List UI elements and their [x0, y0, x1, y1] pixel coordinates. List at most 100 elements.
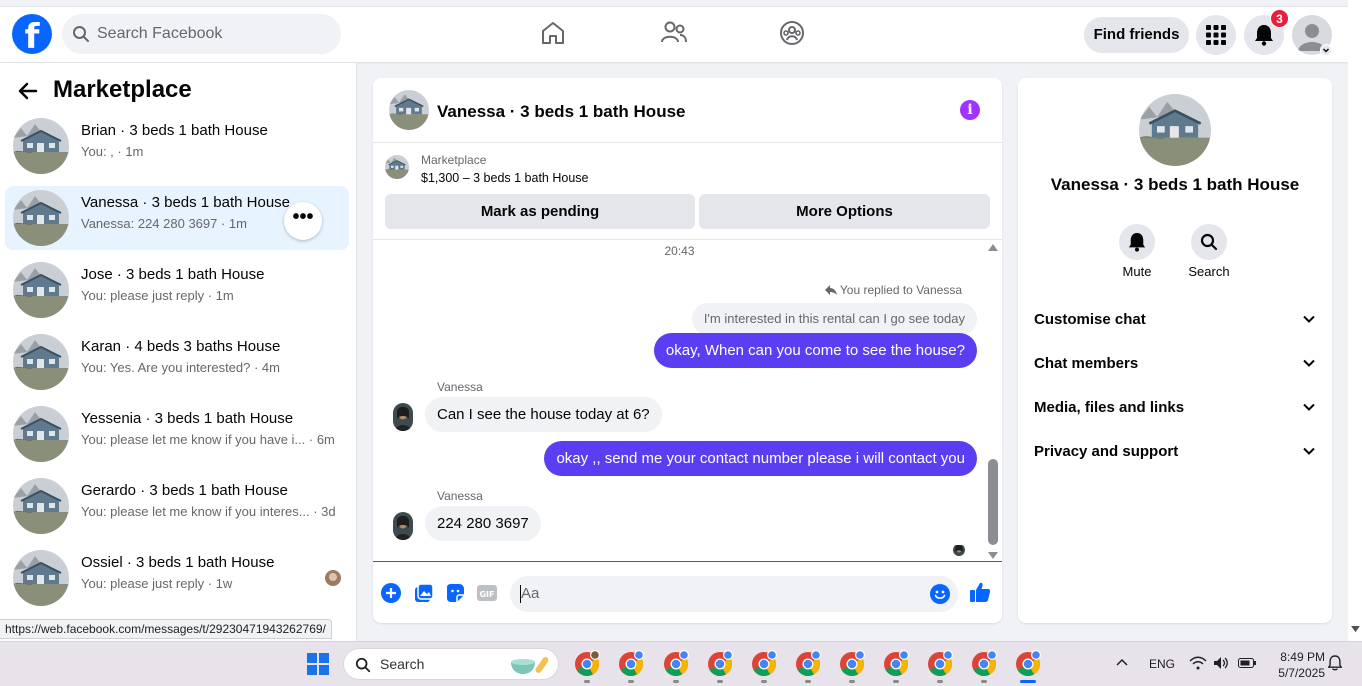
chrome-app-icon[interactable] [662, 650, 690, 678]
incoming-message-bubble[interactable]: Can I see the house today at 6? [425, 397, 662, 432]
plus-circle-icon[interactable] [381, 583, 401, 603]
conversation-title: Ossiel · 3 beds 1 bath House [81, 554, 275, 571]
section-label: Customise chat [1034, 311, 1146, 328]
taskbar-search-box[interactable]: Search [343, 648, 559, 680]
taskbar-clock[interactable]: 8:49 PM 5/7/2025 [1265, 649, 1325, 681]
running-app-indicator [893, 680, 899, 683]
sender-avatar[interactable] [393, 512, 413, 540]
info-icon[interactable]: i [960, 100, 980, 120]
incoming-message-bubble[interactable]: 224 280 3697 [425, 506, 541, 541]
chrome-app-icon[interactable] [926, 650, 954, 678]
reply-arrow-icon [824, 285, 837, 295]
message-input-placeholder: Aa [521, 585, 540, 602]
media-files-links-section[interactable]: Media, files and links [1034, 386, 1316, 430]
listing-title[interactable]: $1,300 – 3 beds 1 bath House [421, 171, 589, 185]
conversation-item[interactable]: Vanessa · 3 beds 1 bath House Vanessa: 22… [5, 186, 349, 250]
clock-time: 8:49 PM [1280, 650, 1325, 664]
search-conversation-button[interactable] [1191, 224, 1227, 260]
thumbs-up-icon[interactable] [969, 581, 991, 603]
quoted-message[interactable]: I'm interested in this rental can I go s… [691, 303, 977, 335]
facebook-logo-icon[interactable]: f [12, 14, 52, 54]
menu-button[interactable] [1196, 15, 1236, 55]
page-scrollbar[interactable] [1348, 0, 1362, 641]
facebook-search-input[interactable]: Search Facebook [62, 14, 341, 54]
sender-avatar[interactable] [393, 403, 413, 431]
page-scroll-down-arrow-icon[interactable] [1351, 626, 1360, 633]
conversation-item[interactable]: Karan · 4 beds 3 baths House You: Yes. Ar… [5, 330, 349, 394]
friends-icon[interactable] [660, 20, 688, 46]
conversation-item[interactable]: Jose · 3 beds 1 bath House You: please ju… [5, 258, 349, 322]
thread-scrollbar-thumb[interactable] [988, 459, 998, 545]
chrome-app-icon[interactable] [706, 650, 734, 678]
conversation-details-panel: Vanessa · 3 beds 1 bath House Mute Searc… [1018, 78, 1332, 623]
conversation-item[interactable]: Yessenia · 3 beds 1 bath House You: pleas… [5, 402, 349, 466]
chrome-app-icon[interactable] [794, 650, 822, 678]
section-label: Chat members [1034, 355, 1139, 372]
section-label: Media, files and links [1034, 399, 1185, 416]
mute-label: Mute [1122, 264, 1152, 279]
mute-button[interactable] [1119, 224, 1155, 260]
chrome-app-icon[interactable] [970, 650, 998, 678]
chevron-down-icon [1303, 315, 1315, 323]
more-actions-icon[interactable]: ••• [284, 202, 322, 240]
mark-as-pending-button[interactable]: Mark as pending [385, 194, 695, 229]
home-icon[interactable] [540, 20, 566, 46]
chrome-app-icon[interactable] [617, 650, 645, 678]
sticker-icon[interactable] [445, 583, 465, 603]
listing-thumbnail[interactable] [385, 155, 409, 179]
notification-bell-icon[interactable] [1328, 655, 1342, 671]
search-icon [355, 657, 371, 673]
search-icon [73, 26, 89, 42]
chrome-app-icon[interactable] [573, 650, 601, 678]
find-friends-button[interactable]: Find friends [1084, 17, 1189, 53]
scroll-up-arrow-icon[interactable] [988, 243, 998, 251]
status-bar-url: https://web.facebook.com/messages/t/2923… [0, 619, 332, 639]
outgoing-message-bubble[interactable]: okay, When can you come to see the house… [653, 333, 977, 368]
chevron-up-icon[interactable] [1116, 657, 1128, 667]
volume-icon[interactable] [1213, 656, 1229, 670]
bell-icon [1255, 25, 1273, 46]
gif-icon[interactable]: GIF [477, 583, 497, 603]
chat-title[interactable]: Vanessa · 3 beds 1 bath House [437, 102, 685, 122]
details-thumbnail[interactable] [1139, 94, 1211, 166]
search-placeholder: Search Facebook [97, 25, 223, 42]
conversation-item[interactable]: Brian · 3 beds 1 bath House You: , · 1m [5, 114, 349, 178]
message-input[interactable]: Aa [510, 576, 958, 612]
chrome-app-icon[interactable] [838, 650, 866, 678]
notification-count-badge: 3 [1270, 9, 1289, 28]
chrome-app-icon[interactable] [750, 650, 778, 678]
conversation-title: Jose · 3 beds 1 bath House [81, 266, 265, 283]
chat-header-thumbnail[interactable] [389, 90, 429, 130]
privacy-support-section[interactable]: Privacy and support [1034, 430, 1316, 474]
wifi-icon[interactable] [1189, 656, 1207, 670]
more-options-button[interactable]: More Options [699, 194, 990, 229]
chrome-app-icon[interactable] [882, 650, 910, 678]
battery-icon[interactable] [1238, 658, 1256, 668]
chrome-app-icon[interactable] [1014, 650, 1042, 678]
windows-start-icon[interactable] [307, 653, 329, 675]
emoji-icon[interactable] [930, 584, 950, 604]
scroll-down-arrow-icon[interactable] [988, 552, 998, 560]
conversation-preview: You: , · 1m [81, 144, 144, 159]
conversation-thumbnail [13, 550, 69, 606]
message-thread: 20:43 You replied to Vanessa I'm interes… [373, 241, 1002, 562]
back-arrow-icon[interactable] [16, 79, 40, 103]
clock-date: 5/7/2025 [1278, 666, 1325, 680]
input-language[interactable]: ENG [1149, 657, 1175, 671]
search-label: Search [1188, 264, 1230, 279]
account-chevron-down-icon[interactable] [1320, 44, 1332, 56]
photo-icon[interactable] [414, 583, 434, 603]
conversation-preview: You: Yes. Are you interested? · 4m [81, 360, 280, 375]
chevron-down-icon [1303, 447, 1315, 455]
conversation-item[interactable]: Ossiel · 3 beds 1 bath House You: please … [5, 546, 349, 610]
outgoing-message-bubble[interactable]: okay ,, send me your contact number plea… [544, 441, 977, 476]
conversation-title: Karan · 4 beds 3 baths House [81, 338, 281, 355]
customise-chat-section[interactable]: Customise chat [1034, 298, 1316, 342]
conversation-preview: Vanessa: 224 280 3697 · 1m [81, 216, 247, 231]
conversation-item[interactable]: Gerardo · 3 beds 1 bath House You: please… [5, 474, 349, 538]
top-navigation-bar: f Search Facebook Find friends 3 [0, 6, 1348, 62]
chat-members-section[interactable]: Chat members [1034, 342, 1316, 386]
running-app-indicator [805, 680, 811, 683]
groups-icon[interactable] [779, 20, 805, 46]
windows-taskbar: Search ENG 8:49 PM 5/7/2025 [0, 641, 1362, 686]
